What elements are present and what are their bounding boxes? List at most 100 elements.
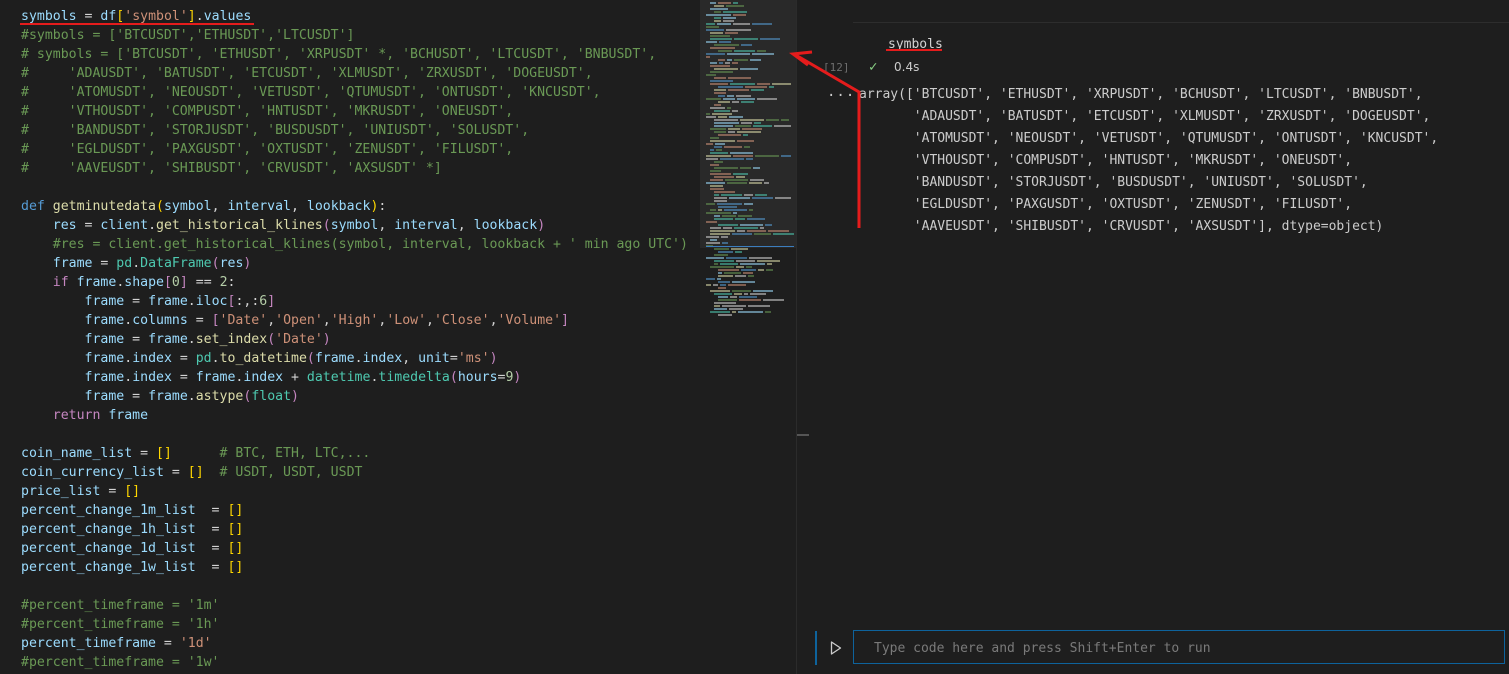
code-editor[interactable]: symbols = df['symbol'].values #symbols = … — [0, 0, 697, 674]
minimap-line — [749, 209, 753, 211]
code-token: ] — [187, 9, 196, 24]
minimap-line — [750, 179, 764, 181]
minimap-line — [710, 311, 730, 313]
code-token: . — [354, 351, 363, 366]
code-line: frame = frame.iloc[:,:6] — [21, 292, 276, 311]
code-line: #percent_timeframe = '1w' — [21, 653, 220, 672]
minimap[interactable] — [700, 0, 796, 674]
cell-input[interactable]: symbols — [853, 22, 1509, 59]
code-line: symbols = df['symbol'].values — [21, 7, 251, 26]
code-token: if — [52, 275, 69, 290]
code-token: 'ms' — [457, 351, 490, 366]
minimap-line — [718, 134, 741, 136]
code-token: ) — [322, 332, 331, 347]
minimap-line — [721, 236, 728, 238]
minimap-line — [714, 20, 721, 22]
minimap-line — [727, 182, 747, 184]
code-token: def — [21, 199, 45, 214]
code-token: res — [219, 256, 244, 271]
code-token: [] — [227, 503, 244, 518]
minimap-line — [736, 260, 755, 262]
minimap-line — [718, 299, 737, 301]
code-token: ) — [513, 370, 522, 385]
code-token: # 'AAVEUSDT', 'SHIBUSDT', 'CRVUSDT', 'AX… — [21, 161, 442, 176]
code-token: , — [489, 313, 498, 328]
code-token: index — [132, 351, 172, 366]
minimap-line — [714, 119, 738, 121]
minimap-line — [732, 101, 739, 103]
minimap-line — [744, 146, 750, 148]
code-token: ) — [537, 218, 546, 233]
code-input[interactable] — [872, 631, 1496, 665]
minimap-line — [714, 44, 739, 46]
minimap-line — [714, 218, 733, 220]
code-line: frame.columns = ['Date','Open','High','L… — [21, 311, 569, 330]
code-line: percent_change_1m_list = [] — [21, 501, 243, 520]
minimap-line — [747, 230, 766, 232]
minimap-line — [735, 275, 746, 277]
minimap-line — [706, 212, 731, 214]
minimap-line — [730, 152, 753, 154]
code-token: return — [52, 408, 101, 423]
code-token: = — [132, 446, 156, 461]
minimap-line — [735, 218, 745, 220]
minimap-line — [718, 296, 728, 298]
minimap-line — [751, 89, 764, 91]
code-token: percent_change_1d_list — [21, 541, 196, 556]
minimap-line — [737, 140, 754, 142]
code-token: frame — [84, 313, 125, 328]
code-token: #symbols = ['BTCUSDT','ETHUSDT','LTCUSDT… — [21, 28, 355, 43]
minimap-line — [768, 230, 789, 232]
minimap-line — [706, 29, 724, 31]
cell-code[interactable]: symbols — [888, 36, 943, 54]
minimap-line — [710, 188, 724, 190]
more-icon[interactable]: ... — [827, 84, 855, 100]
minimap-line — [714, 308, 727, 310]
minimap-line — [733, 2, 738, 4]
code-line: percent_timeframe = '1d' — [21, 634, 212, 653]
minimap-line — [729, 308, 743, 310]
code-line: # 'AAVEUSDT', 'SHIBUSDT', 'CRVUSDT', 'AX… — [21, 159, 442, 178]
code-token: get_historical_klines — [156, 218, 323, 233]
minimap-line — [754, 122, 761, 124]
code-token: symbol — [163, 199, 212, 214]
code-token: 2 — [219, 275, 228, 290]
code-token: , — [291, 199, 307, 214]
interactive-window: symbols [12] ✓ 0.4s ... array(['BTCUSDT'… — [811, 0, 1509, 674]
minimap-line — [710, 233, 730, 235]
minimap-line — [747, 218, 765, 220]
minimap-line — [718, 287, 726, 289]
minimap-line — [718, 101, 730, 103]
scrollbar-track[interactable] — [796, 0, 811, 674]
minimap-line — [766, 119, 779, 121]
minimap-line — [714, 248, 729, 250]
code-token: values — [203, 9, 252, 24]
code-token: frame — [195, 370, 236, 385]
code-token: . — [132, 256, 141, 271]
minimap-line — [710, 107, 725, 109]
code-token: + — [283, 370, 307, 385]
code-token: #percent_timeframe = '1h' — [21, 617, 220, 632]
minimap-line — [765, 311, 771, 313]
code-line: # 'VTHOUSDT', 'COMPUSDT', 'HNTUSDT', 'MK… — [21, 102, 513, 121]
minimap-line — [714, 125, 733, 127]
code-token: 'symbol' — [124, 9, 188, 24]
minimap-line — [706, 203, 715, 205]
play-icon[interactable] — [827, 638, 845, 658]
minimap-line — [726, 5, 744, 7]
code-token: interval — [227, 199, 292, 214]
code-token: ] — [267, 294, 276, 309]
minimap-line — [734, 227, 758, 229]
minimap-line — [731, 248, 748, 250]
code-token: = — [76, 9, 101, 24]
minimap-line — [718, 314, 732, 316]
code-line: #res = client.get_historical_klines(symb… — [21, 235, 688, 254]
execution-time: 0.4s — [894, 60, 920, 74]
minimap-line — [755, 194, 767, 196]
minimap-line — [757, 260, 780, 262]
code-input-box[interactable] — [853, 630, 1505, 665]
